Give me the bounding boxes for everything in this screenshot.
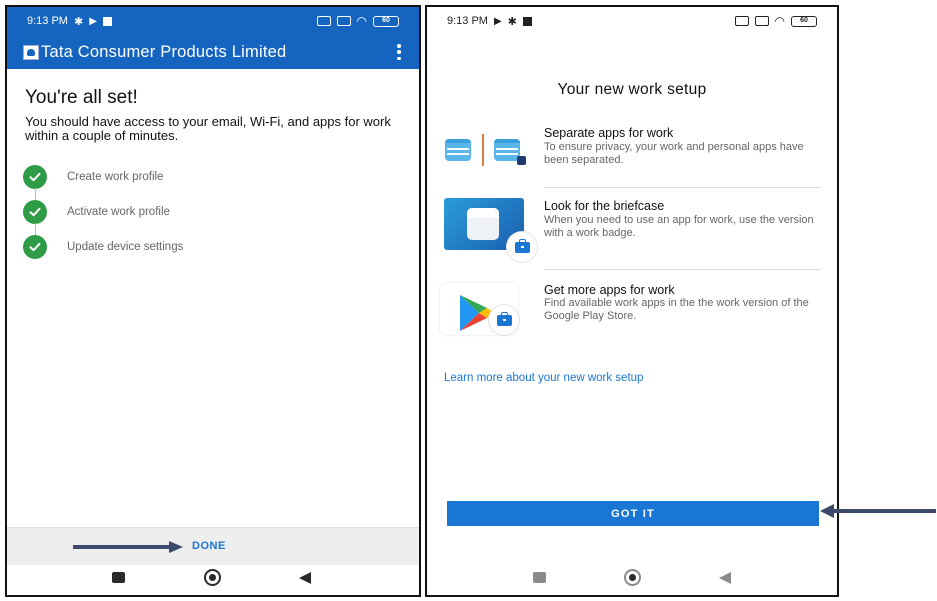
step-update-device-settings: Update device settings	[23, 229, 183, 264]
settings-icon: ✱	[73, 15, 84, 28]
step-label: Activate work profile	[67, 205, 170, 218]
step-label: Update device settings	[67, 240, 184, 253]
back-icon[interactable]	[299, 572, 311, 584]
back-icon[interactable]	[719, 572, 731, 584]
recents-icon[interactable]	[112, 572, 125, 583]
play-icon: ▶	[493, 15, 502, 27]
learn-more-link[interactable]: Learn more about your new work setup	[444, 372, 643, 384]
step-create-work-profile: Create work profile	[23, 159, 183, 200]
step-label: Create work profile	[67, 170, 164, 183]
divider	[544, 187, 821, 188]
setup-steps-list: Create work profile Activate work profil…	[23, 159, 183, 264]
lock-icon	[734, 16, 749, 26]
settings-icon: ✱	[507, 15, 517, 28]
phone-screen-right: 9:13 PM ▶ ✱ ◠ 60 Your new work setup Sep…	[425, 5, 839, 597]
status-bar: 9:13 PM ✱ ▶ ◠ 60	[7, 7, 419, 35]
battery-icon: 60	[373, 15, 399, 27]
annotation-arrow-icon	[820, 504, 936, 518]
feature-more-apps: Get more apps for work Find available wo…	[427, 281, 837, 343]
annotation-arrow-icon	[73, 541, 183, 553]
wifi-icon: ◠	[774, 14, 785, 28]
status-bar: 9:13 PM ▶ ✱ ◠ 60	[427, 7, 837, 35]
overflow-menu-icon[interactable]	[397, 44, 401, 60]
sim-icon	[336, 16, 351, 26]
step-activate-work-profile: Activate work profile	[23, 194, 183, 235]
play-icon: ▶	[89, 15, 97, 27]
home-icon[interactable]	[624, 569, 641, 586]
recents-icon[interactable]	[533, 572, 546, 583]
home-icon[interactable]	[204, 569, 221, 586]
page-title: Your new work setup	[557, 81, 707, 98]
done-button[interactable]: DONE	[192, 540, 226, 552]
page-description: You should have access to your email, Wi…	[25, 114, 391, 143]
system-nav-bar	[7, 561, 419, 595]
battery-icon: 60	[791, 15, 817, 27]
feature-description: To ensure privacy, your work and persona…	[544, 141, 804, 166]
feature-separate-apps: Separate apps for work To ensure privacy…	[427, 125, 837, 185]
notification-icon	[102, 16, 112, 26]
feature-title: Look for the briefcase	[544, 199, 665, 213]
app-bar: Tata Consumer Products Limited	[7, 35, 419, 69]
status-time: 9:13 PM	[447, 15, 488, 27]
got-it-button[interactable]: GOT IT	[447, 501, 819, 526]
check-circle-icon	[23, 199, 47, 224]
feature-description: When you need to use an app for work, us…	[544, 214, 814, 239]
app-title: Tata Consumer Products Limited	[41, 42, 287, 61]
lock-icon	[316, 16, 331, 26]
status-time: 9:13 PM	[27, 15, 68, 27]
page-title: You're all set!	[25, 87, 138, 108]
tata-logo-icon	[23, 44, 39, 60]
system-nav-bar	[427, 561, 837, 595]
check-circle-icon	[23, 164, 47, 189]
feature-title: Get more apps for work	[544, 283, 675, 297]
divider	[544, 269, 821, 270]
phone-screen-left: 9:13 PM ✱ ▶ ◠ 60 Tata Consumer Products …	[5, 5, 421, 597]
check-circle-icon	[23, 234, 47, 259]
notification-icon	[522, 16, 532, 26]
wifi-icon: ◠	[356, 14, 367, 28]
feature-title: Separate apps for work	[544, 126, 674, 140]
sim-icon	[754, 16, 769, 26]
feature-description: Find available work apps in the the work…	[544, 297, 809, 322]
bottom-action-bar: DONE	[7, 527, 419, 565]
feature-briefcase: Look for the briefcase When you need to …	[427, 197, 837, 267]
